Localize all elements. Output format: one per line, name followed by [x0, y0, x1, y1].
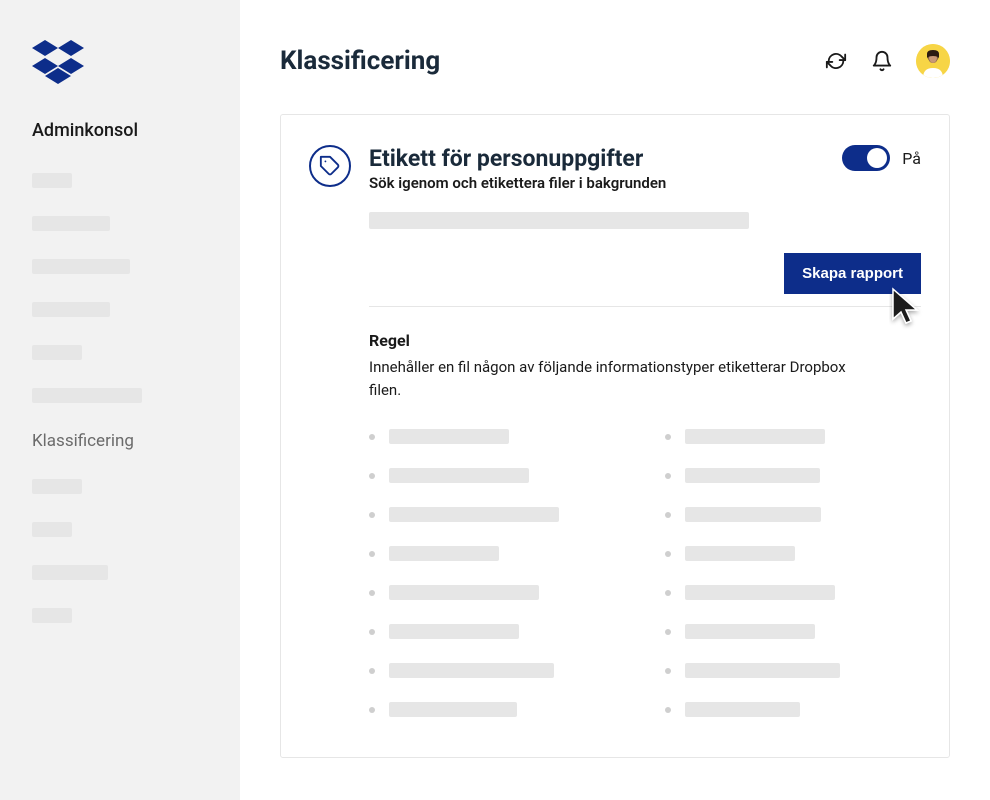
rule-placeholder — [685, 663, 840, 678]
rule-item — [369, 624, 625, 639]
sidebar: Adminkonsol Klassificering — [0, 0, 240, 800]
rule-placeholder — [685, 507, 821, 522]
sidebar-title: Adminkonsol — [32, 120, 208, 141]
rule-placeholder — [685, 702, 800, 717]
rule-item — [665, 663, 921, 678]
rule-placeholder — [389, 702, 517, 717]
rule-item — [369, 663, 625, 678]
bullet-icon — [665, 668, 671, 674]
sidebar-item-placeholder[interactable] — [32, 388, 142, 403]
rule-description: Innehåller en fil någon av följande info… — [369, 356, 869, 401]
rule-item — [665, 507, 921, 522]
sidebar-item-placeholder[interactable] — [32, 173, 72, 188]
bullet-icon — [665, 551, 671, 557]
rule-heading: Regel — [369, 331, 921, 350]
rule-placeholder — [389, 429, 509, 444]
sync-icon[interactable] — [824, 49, 848, 73]
rule-placeholder — [389, 507, 559, 522]
divider — [369, 306, 921, 307]
rule-item — [665, 546, 921, 561]
rule-placeholder — [389, 585, 539, 600]
rule-placeholder — [389, 663, 554, 678]
rule-placeholder — [685, 585, 835, 600]
rule-item — [665, 624, 921, 639]
toggle-wrap: På — [842, 145, 921, 171]
sidebar-item-placeholder[interactable] — [32, 522, 72, 537]
rule-item — [369, 429, 625, 444]
rule-placeholder — [685, 468, 820, 483]
avatar[interactable] — [916, 44, 950, 78]
bullet-icon — [665, 512, 671, 518]
bell-icon[interactable] — [870, 49, 894, 73]
bullet-icon — [665, 707, 671, 713]
main-content: Klassificering — [240, 0, 990, 800]
tag-icon — [309, 145, 351, 187]
toggle-switch[interactable] — [842, 145, 890, 171]
rule-item — [369, 585, 625, 600]
topbar: Klassificering — [280, 44, 950, 78]
card-header-text: Etikett för personuppgifter Sök igenom o… — [369, 145, 824, 192]
rule-placeholder — [389, 468, 529, 483]
card-subtitle: Sök igenom och etikettera filer i bakgru… — [369, 174, 824, 192]
rule-item — [665, 702, 921, 717]
sidebar-item-placeholder[interactable] — [32, 345, 82, 360]
classification-card: Etikett för personuppgifter Sök igenom o… — [280, 114, 950, 758]
rule-column-left — [369, 429, 625, 717]
bullet-icon — [369, 434, 375, 440]
rule-item — [369, 468, 625, 483]
card-body: Skapa rapport Regel Innehåller en fil nå… — [369, 212, 921, 717]
rule-columns — [369, 429, 921, 717]
bullet-icon — [369, 707, 375, 713]
bullet-icon — [369, 473, 375, 479]
card-header: Etikett för personuppgifter Sök igenom o… — [309, 145, 921, 192]
rule-item — [665, 585, 921, 600]
sidebar-item-placeholder[interactable] — [32, 216, 110, 231]
rule-placeholder — [685, 429, 825, 444]
rule-item — [369, 507, 625, 522]
page-title: Klassificering — [280, 46, 440, 76]
sidebar-item-placeholder[interactable] — [32, 259, 130, 274]
button-row: Skapa rapport — [369, 253, 921, 294]
rule-item — [369, 546, 625, 561]
rule-placeholder — [685, 624, 815, 639]
sidebar-item-classification[interactable]: Klassificering — [32, 431, 208, 451]
dropbox-logo — [32, 40, 208, 88]
bullet-icon — [665, 434, 671, 440]
rule-item — [665, 429, 921, 444]
card-title: Etikett för personuppgifter — [369, 145, 824, 172]
topbar-actions — [824, 44, 950, 78]
sidebar-item-placeholder[interactable] — [32, 302, 110, 317]
sidebar-item-placeholder[interactable] — [32, 608, 72, 623]
create-report-button[interactable]: Skapa rapport — [784, 253, 921, 294]
toggle-label: På — [902, 149, 921, 168]
bullet-icon — [369, 590, 375, 596]
sidebar-item-placeholder[interactable] — [32, 565, 108, 580]
rule-placeholder — [389, 546, 499, 561]
bullet-icon — [665, 590, 671, 596]
bullet-icon — [369, 512, 375, 518]
description-placeholder — [369, 212, 749, 229]
bullet-icon — [369, 551, 375, 557]
bullet-icon — [665, 473, 671, 479]
bullet-icon — [369, 629, 375, 635]
rule-placeholder — [389, 624, 519, 639]
bullet-icon — [369, 668, 375, 674]
rule-item — [369, 702, 625, 717]
rule-placeholder — [685, 546, 795, 561]
rule-column-right — [665, 429, 921, 717]
bullet-icon — [665, 629, 671, 635]
rule-item — [665, 468, 921, 483]
sidebar-item-placeholder[interactable] — [32, 479, 82, 494]
